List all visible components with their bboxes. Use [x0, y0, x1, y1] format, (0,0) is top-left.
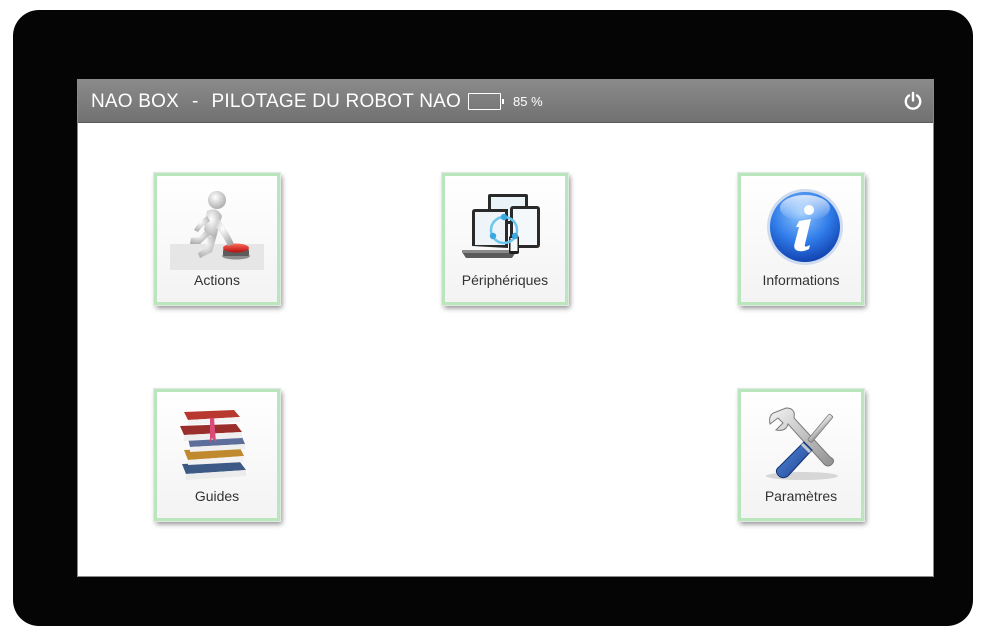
app-screen: NAO BOX - PILOTAGE DU ROBOT NAO 85 % Act… [77, 79, 934, 577]
battery-level: 85 % [513, 94, 543, 109]
app-title: NAO BOX - PILOTAGE DU ROBOT NAO [91, 91, 461, 113]
tile-label: Actions [194, 272, 240, 288]
tile-guides[interactable]: Guides [154, 389, 280, 521]
tile-actions[interactable]: Actions [154, 173, 280, 305]
books-icon [180, 410, 246, 480]
info-icon [767, 189, 843, 265]
tile-label: Périphériques [461, 272, 549, 288]
tile-label: Paramètres [764, 488, 838, 504]
power-icon [904, 91, 922, 110]
push-button-figure-icon [170, 191, 264, 270]
app-name: NAO BOX [91, 91, 179, 112]
title-separator: - [191, 91, 199, 112]
power-button[interactable] [902, 90, 924, 112]
tile-informations[interactable]: Informations [738, 173, 864, 305]
tile-label: Informations [762, 272, 840, 288]
battery-icon [468, 93, 504, 110]
tools-icon [766, 407, 838, 480]
devices-icon [462, 194, 540, 258]
app-subtitle: PILOTAGE DU ROBOT NAO [211, 91, 461, 112]
tile-parametres[interactable]: Paramètres [738, 389, 864, 521]
tablet-bezel: NAO BOX - PILOTAGE DU ROBOT NAO 85 % Act… [13, 10, 973, 626]
tile-label: Guides [194, 488, 240, 504]
header-bar: NAO BOX - PILOTAGE DU ROBOT NAO 85 % [78, 80, 933, 123]
tile-peripheriques[interactable]: Périphériques [442, 173, 568, 305]
